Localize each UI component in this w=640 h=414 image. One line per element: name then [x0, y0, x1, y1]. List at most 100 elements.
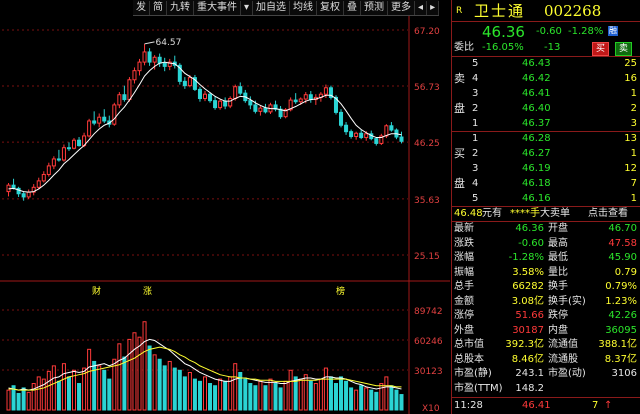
- event-tag[interactable]: 财: [92, 285, 101, 297]
- candle-body[interactable]: [87, 120, 92, 137]
- candle-body[interactable]: [137, 61, 142, 72]
- toolbar-item-7[interactable]: 叠: [344, 0, 362, 15]
- candle-body[interactable]: [46, 165, 51, 175]
- big-order-view-link[interactable]: 点击查看: [588, 207, 628, 221]
- stat-row: 外盘 30187 内盘 36095: [452, 324, 640, 338]
- candle-body[interactable]: [354, 132, 359, 137]
- volume-bar: [359, 385, 364, 411]
- candle-body[interactable]: [152, 56, 157, 63]
- candle-body[interactable]: [21, 193, 26, 198]
- bid-level-2[interactable]: 2 46.27 1: [452, 147, 640, 161]
- toolbar-item-6[interactable]: 复权: [317, 0, 345, 15]
- candle-body[interactable]: [263, 107, 268, 113]
- candle-body[interactable]: [258, 107, 263, 112]
- ask-level-3[interactable]: 3 46.41 1: [452, 87, 640, 101]
- candle-body[interactable]: [26, 191, 31, 198]
- toolbar-item-0[interactable]: 发: [133, 0, 150, 15]
- candle-body[interactable]: [253, 104, 258, 112]
- candle-body[interactable]: [323, 87, 328, 95]
- candle-body[interactable]: [77, 139, 82, 147]
- toolbar-item-1[interactable]: 简: [150, 0, 167, 15]
- event-tag[interactable]: 涨: [143, 286, 152, 297]
- candle-body[interactable]: [364, 133, 369, 139]
- candle-body[interactable]: [66, 147, 71, 150]
- candle-body[interactable]: [344, 124, 349, 133]
- candle-body[interactable]: [36, 180, 41, 188]
- candle-body[interactable]: [142, 51, 147, 63]
- nav-prev-icon[interactable]: ◂: [415, 0, 428, 15]
- candle-body[interactable]: [208, 93, 213, 102]
- candle-body[interactable]: [223, 100, 228, 107]
- candle-body[interactable]: [248, 100, 253, 106]
- stat-label: 总手: [454, 281, 474, 292]
- candle-body[interactable]: [72, 139, 77, 149]
- tick-row[interactable]: 11:28 46.41 7 ↑: [452, 399, 640, 413]
- bid-level-3[interactable]: 3 46.19 12: [452, 162, 640, 176]
- kline-chart[interactable]: 67.20 56.73 46.25 35.63 25.15 89742 60246 30123…: [0, 0, 450, 414]
- kline-svg[interactable]: 67.20 56.73 46.25 35.63 25.15 89742 60246 30123…: [0, 0, 450, 414]
- volume-bar: [147, 345, 152, 411]
- bid-level-4[interactable]: 4 46.18 7: [452, 177, 640, 191]
- stat-row: 总市值 392.3亿 流通值 388.1亿: [452, 338, 640, 352]
- candle-body[interactable]: [51, 158, 56, 167]
- candle-body[interactable]: [213, 100, 218, 109]
- candle-body[interactable]: [147, 51, 152, 63]
- candle-body[interactable]: [197, 88, 202, 99]
- buy-button[interactable]: 买: [592, 42, 610, 56]
- nav-next-icon[interactable]: ▸: [427, 0, 440, 15]
- candle-body[interactable]: [92, 120, 97, 124]
- events-dropdown-icon[interactable]: ▾: [241, 0, 254, 15]
- candle-body[interactable]: [389, 125, 394, 131]
- candle-body[interactable]: [202, 93, 208, 99]
- candle-body[interactable]: [157, 56, 162, 64]
- candle-body[interactable]: [308, 94, 313, 101]
- candle-body[interactable]: [233, 86, 238, 99]
- stat-label: 开盘: [548, 223, 568, 234]
- candle-body[interactable]: [359, 132, 364, 139]
- sell-button[interactable]: 卖: [615, 42, 633, 56]
- volume-bar: [273, 383, 278, 411]
- toolbar-item-3[interactable]: 重大事件: [194, 0, 241, 15]
- candle-body[interactable]: [298, 98, 303, 103]
- ask-level-2[interactable]: 2 46.40 2: [452, 102, 640, 116]
- toolbar-item-2[interactable]: 九转: [167, 0, 194, 15]
- volume-axis-label: 60246: [414, 337, 443, 347]
- candle-body[interactable]: [187, 77, 192, 87]
- candle-body[interactable]: [102, 116, 107, 122]
- event-tag[interactable]: 榜: [336, 285, 345, 297]
- stat-value: 46.70: [608, 223, 637, 234]
- toolbar-item-9[interactable]: 更多: [388, 0, 416, 15]
- volume-bar: [223, 380, 228, 411]
- ask-level-1[interactable]: 1 46.37 3: [452, 117, 640, 131]
- bid-level-1[interactable]: 1 46.28 13: [452, 132, 640, 146]
- candle-body[interactable]: [41, 173, 46, 182]
- candle-body[interactable]: [293, 99, 298, 103]
- toolbar-item-5[interactable]: 均线: [290, 0, 318, 15]
- candle-body[interactable]: [339, 111, 344, 126]
- candle-body[interactable]: [384, 125, 389, 137]
- candle-body[interactable]: [112, 104, 117, 125]
- weibi-label: 委比: [454, 42, 474, 53]
- candle-body[interactable]: [182, 80, 187, 87]
- candle-body[interactable]: [399, 136, 404, 142]
- stat-label: 总股本: [454, 353, 484, 365]
- bid-level-5[interactable]: 5 46.16 1: [452, 192, 640, 206]
- candle-body[interactable]: [127, 79, 132, 101]
- candle-body[interactable]: [117, 94, 122, 106]
- candle-body[interactable]: [218, 100, 223, 109]
- candle-body[interactable]: [374, 138, 379, 144]
- candle-body[interactable]: [122, 94, 127, 101]
- ask-level-5[interactable]: 5 46.43 25: [452, 57, 640, 71]
- candle-body[interactable]: [349, 131, 354, 137]
- candle-body[interactable]: [97, 116, 102, 124]
- candle-body[interactable]: [228, 97, 233, 107]
- toolbar-item-8[interactable]: 预测: [361, 0, 389, 15]
- candle-body[interactable]: [61, 147, 66, 161]
- candle-body[interactable]: [303, 94, 308, 100]
- candle-body[interactable]: [162, 62, 167, 67]
- candle-body[interactable]: [132, 70, 137, 81]
- ask-level-4[interactable]: 4 46.42 16: [452, 72, 640, 86]
- candle-body[interactable]: [238, 86, 243, 94]
- toolbar-item-4[interactable]: 加自选: [253, 0, 291, 15]
- candle-body[interactable]: [56, 158, 61, 161]
